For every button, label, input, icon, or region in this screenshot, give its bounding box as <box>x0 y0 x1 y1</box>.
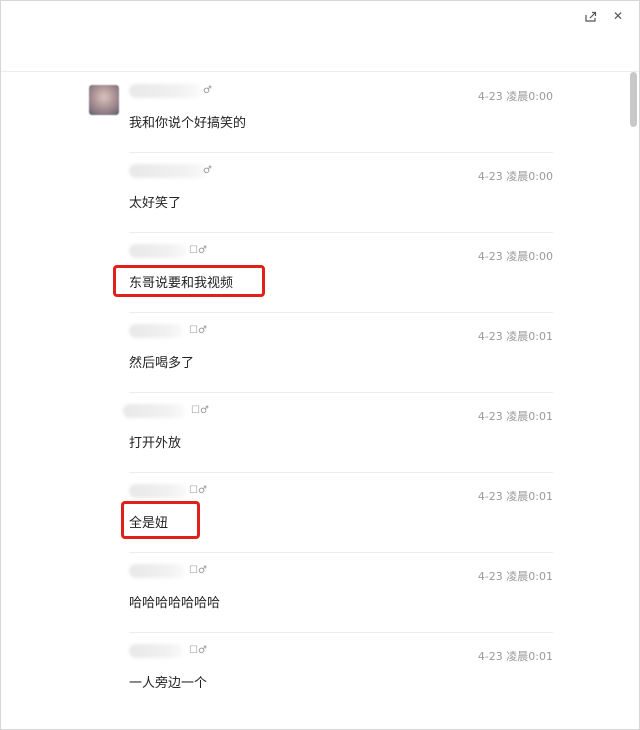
message-item: ♂ 4-23 凌晨0:00 我和你说个好搞笑的 <box>129 72 553 153</box>
message-item: ☐♂ 4-23 凌晨0:01 打开外放 <box>123 392 553 473</box>
sender-name-blurred <box>129 84 201 98</box>
message-text: 打开外放 <box>129 436 182 451</box>
sender-name-blurred <box>129 324 183 338</box>
sender-name-blurred <box>129 644 183 658</box>
scrollbar-thumb[interactable] <box>630 72 637 127</box>
message-item: ☐♂ 4-23 凌晨0:01 然后喝多了 <box>129 312 553 393</box>
highlight-box <box>121 501 200 539</box>
message-time: 4-23 凌晨0:00 <box>477 250 553 263</box>
message-time: 4-23 凌晨0:01 <box>477 410 553 423</box>
message-text: 太好笑了 <box>129 196 182 211</box>
message-time: 4-23 凌晨0:00 <box>477 170 553 183</box>
sender-name-blurred <box>129 564 185 578</box>
sender-name-blurred <box>129 244 187 258</box>
message-time: 4-23 凌晨0:00 <box>477 90 553 103</box>
message-text: 然后喝多了 <box>129 356 195 371</box>
message-item: ☐♂ 4-23 凌晨0:01 一人旁边一个 <box>129 632 553 712</box>
message-item: ☐♂ 4-23 凌晨0:01 哈哈哈哈哈哈哈 <box>129 552 553 633</box>
sender-name-blurred <box>123 404 185 418</box>
message-text: 一人旁边一个 <box>129 676 208 691</box>
avatar[interactable] <box>89 85 119 115</box>
sender-tag: ☐♂ <box>191 405 209 416</box>
message-item: ♂ 4-23 凌晨0:00 太好笑了 <box>129 152 553 233</box>
sender-tag: ☐♂ <box>189 325 207 336</box>
sender-tag: ♂ <box>203 85 212 96</box>
message-text: 我和你说个好搞笑的 <box>129 116 247 131</box>
share-icon <box>584 11 596 22</box>
highlight-box <box>113 265 265 297</box>
sender-tag: ☐♂ <box>189 245 207 256</box>
message-text: 哈哈哈哈哈哈哈 <box>129 596 221 611</box>
sender-tag: ☐♂ <box>189 565 207 576</box>
sender-tag: ☐♂ <box>189 485 207 496</box>
share-button[interactable] <box>581 7 599 25</box>
message-time: 4-23 凌晨0:01 <box>477 330 553 343</box>
chat-history-window: ✕ ♂ 4-23 凌晨0:00 我和你说个好搞笑的 ♂ 4-23 凌晨0:00 … <box>0 0 640 730</box>
sender-name-blurred <box>129 164 207 178</box>
close-icon: ✕ <box>612 9 624 23</box>
message-time: 4-23 凌晨0:01 <box>477 650 553 663</box>
close-button[interactable]: ✕ <box>609 7 627 25</box>
title-bar: ✕ <box>1 1 639 72</box>
sender-tag: ☐♂ <box>189 645 207 656</box>
message-time: 4-23 凌晨0:01 <box>477 490 553 503</box>
sender-name-blurred <box>129 484 187 498</box>
message-time: 4-23 凌晨0:01 <box>477 570 553 583</box>
sender-tag: ♂ <box>203 165 212 176</box>
